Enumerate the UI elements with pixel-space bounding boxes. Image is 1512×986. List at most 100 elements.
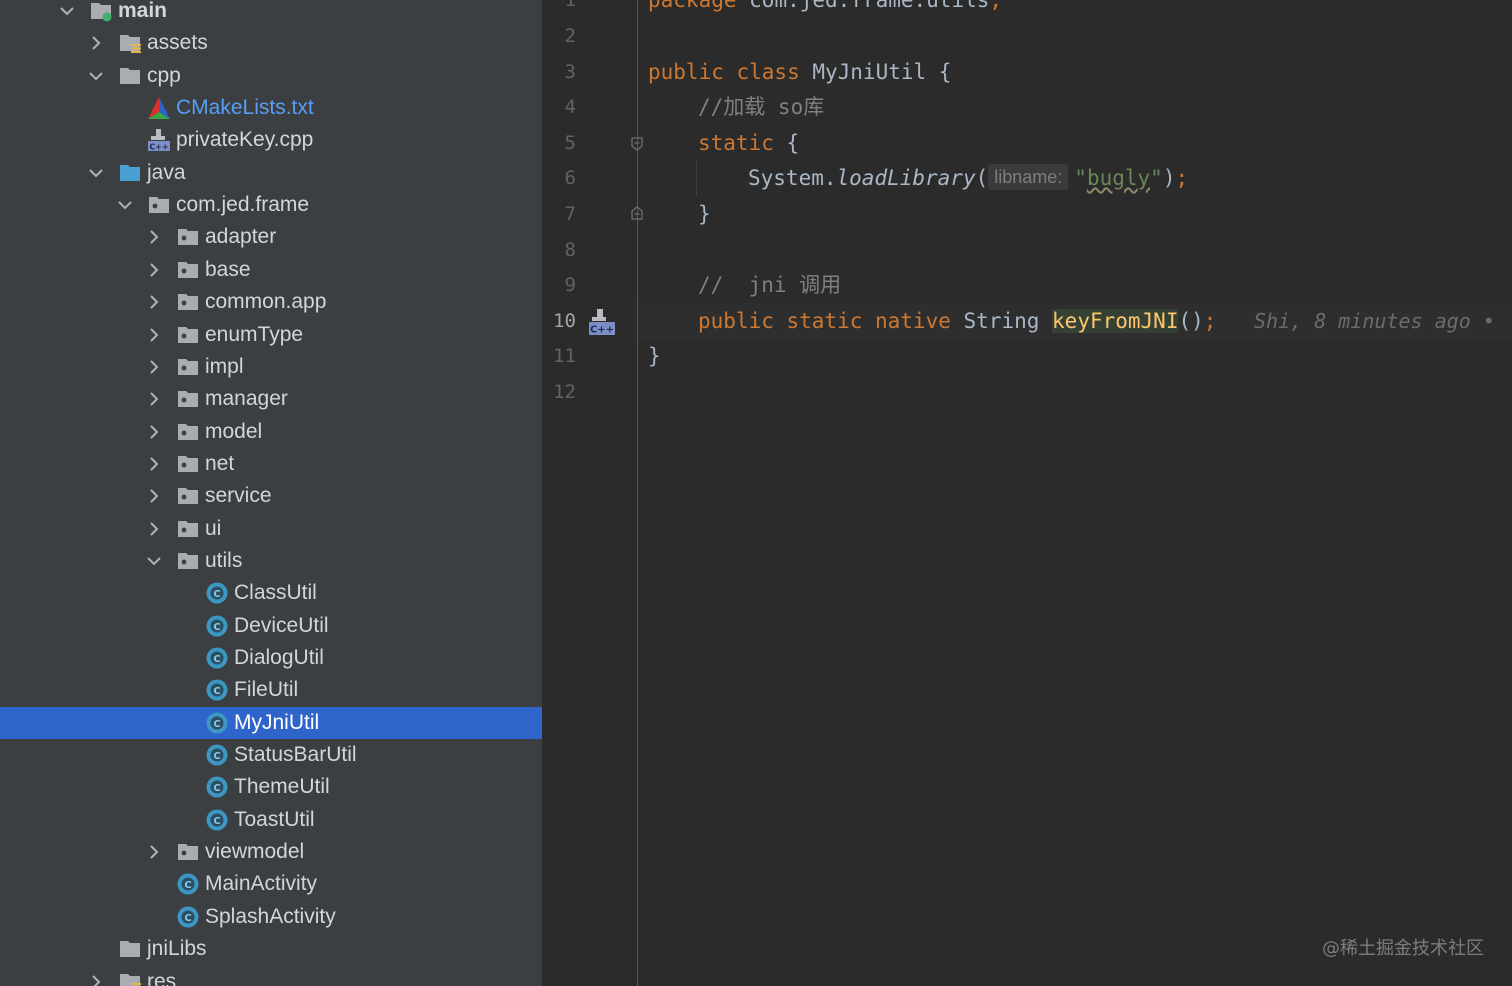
line-number[interactable]: 3 — [542, 54, 576, 90]
tree-item-label: cpp — [147, 63, 181, 87]
tree-item-base[interactable]: base — [0, 254, 542, 286]
chevron-down-icon[interactable] — [88, 165, 104, 181]
tree-item-impl[interactable]: impl — [0, 351, 542, 383]
tree-item-label: CMakeLists.txt — [176, 96, 314, 120]
tree-item-ui[interactable]: ui — [0, 513, 542, 545]
package-icon — [176, 452, 200, 476]
tree-item-classutil[interactable]: C ClassUtil — [0, 577, 542, 609]
tree-item-privatekey-cpp[interactable]: C++ privateKey.cpp — [0, 124, 542, 156]
tree-item-statusbarutil[interactable]: C StatusBarUtil — [0, 739, 542, 771]
svg-text:C: C — [213, 719, 220, 730]
fold-end-icon[interactable] — [630, 205, 644, 221]
tree-item-main[interactable]: main — [0, 0, 542, 27]
chevron-right-icon[interactable] — [146, 327, 162, 343]
tree-item-assets[interactable]: assets — [0, 27, 542, 59]
code-line-1: package com.jed.frame.utils; — [648, 0, 1003, 12]
code-line-6: System.loadLibrary(libname: "bugly"); — [748, 164, 1189, 190]
tree-item-cpp[interactable]: cpp — [0, 60, 542, 92]
fold-start-icon[interactable] — [630, 136, 644, 152]
tree-item-adapter[interactable]: adapter — [0, 221, 542, 253]
java-class-icon: C — [205, 711, 229, 735]
svg-text:C: C — [213, 654, 220, 665]
chevron-down-icon[interactable] — [146, 553, 162, 569]
chevron-right-icon[interactable] — [146, 359, 162, 375]
tree-item-label: ui — [205, 516, 222, 540]
git-blame-annotation[interactable]: Shi, 8 minutes ago • — [1254, 303, 1495, 339]
chevron-down-icon[interactable] — [88, 68, 104, 84]
tree-item-manager[interactable]: manager — [0, 383, 542, 415]
tree-item-label: impl — [205, 354, 244, 378]
chevron-right-icon[interactable] — [146, 262, 162, 278]
tree-item-label: MainActivity — [205, 872, 318, 896]
tree-item-deviceutil[interactable]: C DeviceUtil — [0, 610, 542, 642]
tree-item-res[interactable]: res — [0, 966, 542, 986]
code-line-7: } — [698, 202, 711, 226]
chevron-down-icon[interactable] — [59, 3, 75, 19]
code-line-4: //加载 so库 — [698, 95, 825, 119]
chevron-right-icon[interactable] — [146, 521, 162, 537]
svg-text:C: C — [213, 816, 220, 827]
tree-item-label: common.app — [205, 290, 327, 314]
chevron-down-icon[interactable] — [117, 197, 133, 213]
code-line-10: public static native String keyFromJNI()… — [698, 309, 1217, 333]
tree-item-label: main — [118, 0, 168, 22]
line-number[interactable]: 2 — [542, 18, 576, 54]
chevron-right-icon[interactable] — [146, 424, 162, 440]
tree-item-label: adapter — [205, 225, 277, 249]
code-editor[interactable] — [542, 0, 1512, 986]
tree-item-dialogutil[interactable]: C DialogUtil — [0, 642, 542, 674]
line-number[interactable]: 1 — [542, 0, 576, 18]
chevron-right-icon[interactable] — [146, 294, 162, 310]
cpp-native-icon[interactable]: C++ — [588, 308, 616, 336]
tree-item-common-app[interactable]: common.app — [0, 286, 542, 318]
line-number[interactable]: 12 — [542, 374, 576, 410]
line-number[interactable]: 6 — [542, 160, 576, 196]
package-icon — [176, 840, 200, 864]
cpp-file-icon: C++ — [147, 128, 171, 152]
tree-item-mainactivity[interactable]: C MainActivity — [0, 868, 542, 900]
tree-item-enumtype[interactable]: enumType — [0, 319, 542, 351]
package-icon — [176, 549, 200, 573]
tree-item-viewmodel[interactable]: viewmodel — [0, 836, 542, 868]
package-icon — [176, 290, 200, 314]
line-number[interactable]: 8 — [542, 232, 576, 268]
package-icon — [176, 420, 200, 444]
tree-item-label: viewmodel — [205, 840, 305, 864]
tree-item-jnilibs[interactable]: jniLibs — [0, 933, 542, 965]
folder-resources-icon — [118, 970, 142, 986]
tree-item-label: DeviceUtil — [234, 613, 329, 637]
tree-item-model[interactable]: model — [0, 416, 542, 448]
tree-item-service[interactable]: service — [0, 480, 542, 512]
line-number[interactable]: 5 — [542, 125, 576, 161]
chevron-right-icon[interactable] — [88, 35, 104, 51]
tree-item-label: ToastUtil — [234, 807, 315, 831]
method-name-keyFromJNI[interactable]: keyFromJNI — [1052, 309, 1179, 333]
tree-item-splashactivity[interactable]: C SplashActivity — [0, 901, 542, 933]
tree-item-themeutil[interactable]: C ThemeUtil — [0, 771, 542, 803]
tree-item-utils[interactable]: utils — [0, 545, 542, 577]
java-class-icon: C — [176, 905, 200, 929]
chevron-right-icon[interactable] — [146, 456, 162, 472]
svg-text:C++: C++ — [590, 325, 614, 336]
line-number[interactable]: 11 — [542, 338, 576, 374]
line-number[interactable]: 10 — [542, 303, 576, 339]
chevron-right-icon[interactable] — [88, 974, 104, 986]
chevron-right-icon[interactable] — [146, 844, 162, 860]
line-number[interactable]: 7 — [542, 196, 576, 232]
code-line-5: static { — [698, 131, 800, 155]
tree-item-toastutil[interactable]: C ToastUtil — [0, 804, 542, 836]
tree-item-myjniutil[interactable]: C MyJniUtil — [0, 706, 542, 739]
line-number[interactable]: 9 — [542, 267, 576, 303]
svg-text:C: C — [213, 783, 220, 794]
java-class-icon: C — [205, 581, 229, 605]
chevron-right-icon[interactable] — [146, 488, 162, 504]
tree-item-label: jniLibs — [147, 937, 207, 961]
tree-item-fileutil[interactable]: C FileUtil — [0, 674, 542, 706]
tree-item-net[interactable]: net — [0, 448, 542, 480]
tree-item-cmakelists-txt[interactable]: CMakeLists.txt — [0, 92, 542, 124]
line-number[interactable]: 4 — [542, 89, 576, 125]
chevron-right-icon[interactable] — [146, 391, 162, 407]
tree-item-com-jed-frame[interactable]: com.jed.frame — [0, 189, 542, 221]
chevron-right-icon[interactable] — [146, 229, 162, 245]
tree-item-java[interactable]: java — [0, 157, 542, 189]
